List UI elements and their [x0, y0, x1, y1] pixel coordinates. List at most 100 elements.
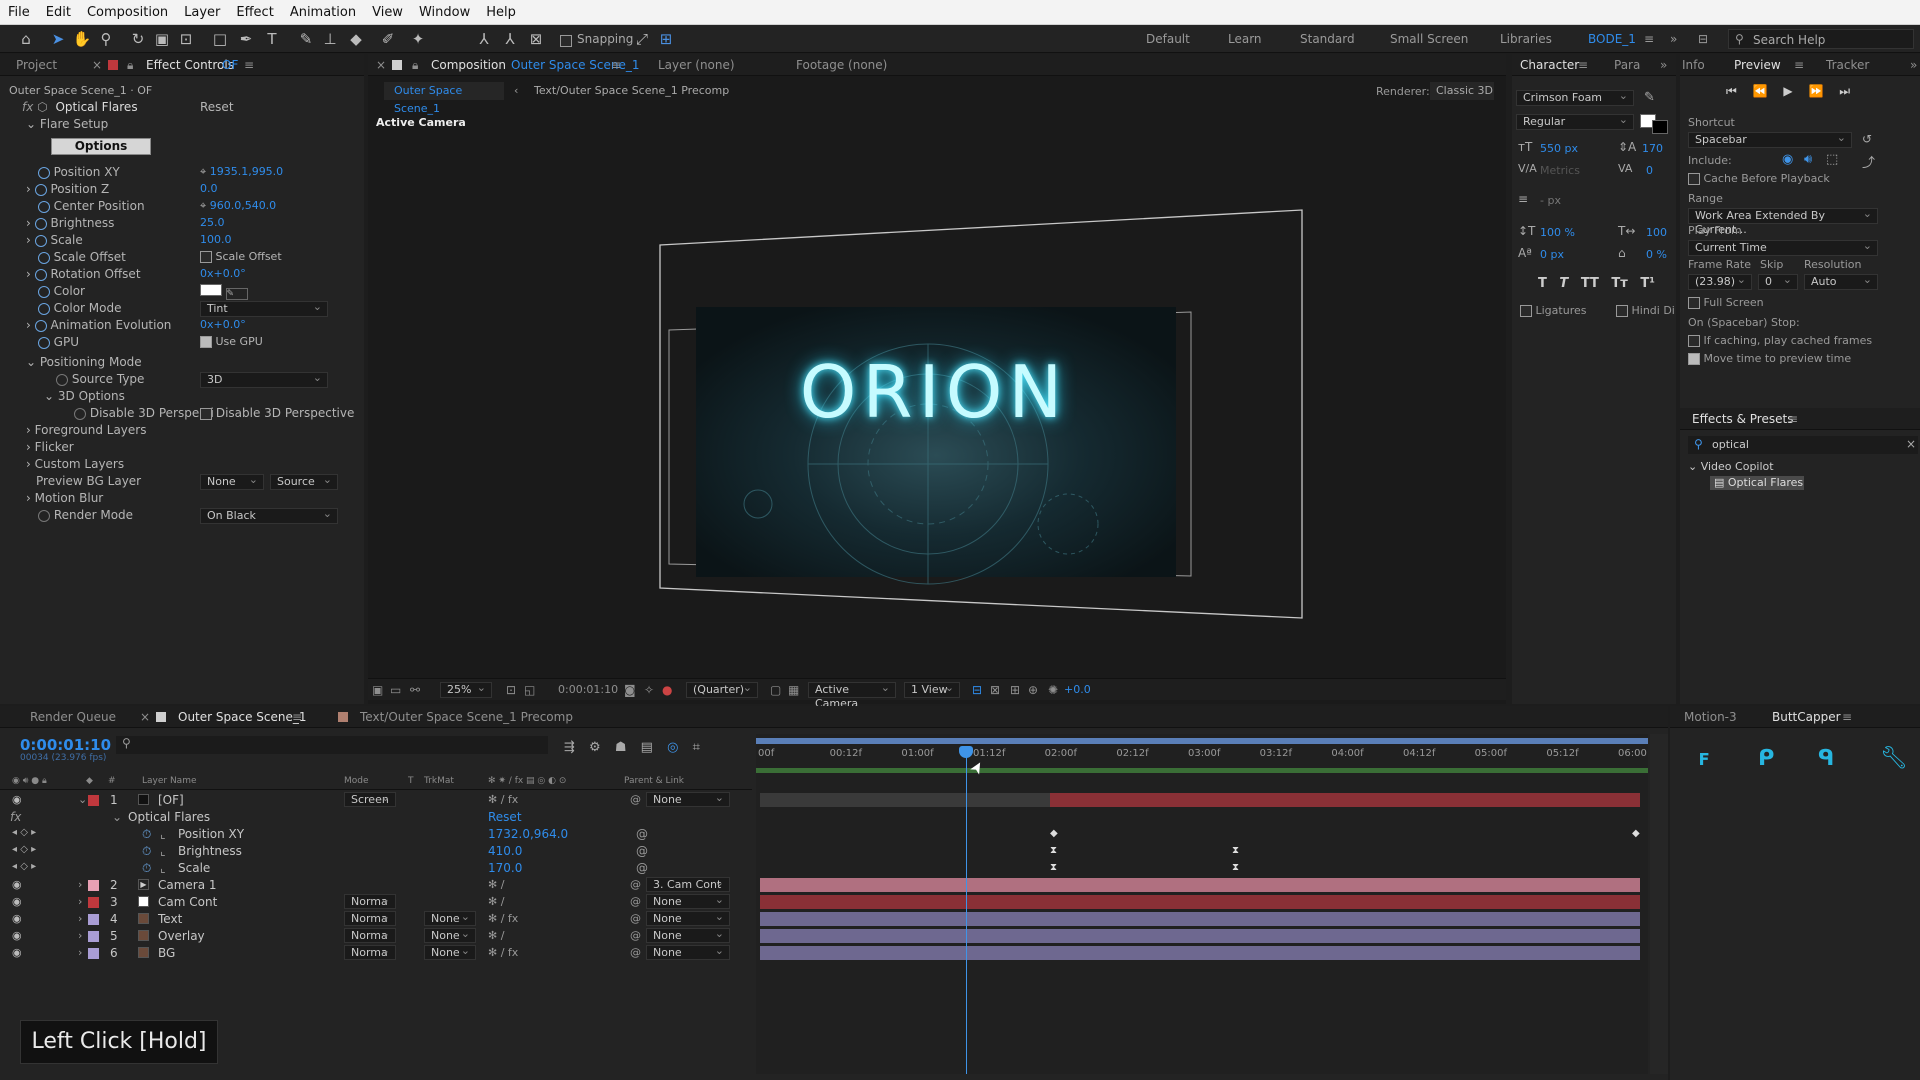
font-style-dropdown[interactable]: Regular — [1516, 113, 1634, 130]
layer-name[interactable]: Camera 1 — [158, 878, 217, 892]
workspace-small-screen[interactable]: Small Screen — [1390, 32, 1468, 46]
selection-tool-icon[interactable]: ➤ — [48, 29, 68, 49]
menu-animation[interactable]: Animation — [290, 5, 356, 20]
kerning-value[interactable]: Metrics — [1540, 164, 1580, 177]
tab-outer-space-scene[interactable]: Outer Space Scene_1 — [178, 710, 307, 724]
breadcrumb-comp[interactable]: Outer Space Scene_1 — [384, 82, 504, 115]
pickwhip-icon[interactable]: @ — [630, 929, 641, 942]
layer-trkmat-dropdown[interactable]: None — [424, 944, 476, 960]
stopwatch-icon[interactable] — [37, 251, 50, 264]
stopwatch-icon[interactable]: ⏱ — [142, 844, 151, 859]
effect-param-value[interactable]: Scale Offset — [200, 250, 282, 263]
effect-param-value[interactable]: Tint — [200, 300, 328, 317]
stopwatch-icon[interactable] — [37, 336, 50, 349]
effect-param-value[interactable]: 0.0 — [200, 182, 218, 195]
preview-bg-source-dropdown[interactable]: Source — [270, 473, 338, 490]
render-mode-dropdown[interactable]: On Black — [200, 507, 338, 524]
always-preview-icon[interactable]: ▣ — [372, 683, 383, 697]
chevron-right-icon[interactable]: › — [26, 318, 31, 332]
effect-reset-link[interactable]: Reset — [200, 100, 234, 117]
layer-label-color[interactable] — [88, 948, 99, 959]
chevron-right-icon[interactable]: › — [26, 233, 31, 247]
parent-dropdown[interactable]: None — [646, 927, 730, 943]
pen-tool-icon[interactable]: ✒ — [236, 29, 256, 49]
move-time-checkbox[interactable]: Move time to preview time — [1688, 352, 1851, 365]
flowchart-icon[interactable]: ⊕ — [1028, 683, 1038, 697]
tab-tracker[interactable]: Tracker — [1826, 58, 1869, 72]
transparency-grid-icon[interactable]: ▦ — [788, 683, 799, 697]
chevron-right-icon[interactable]: › — [26, 267, 31, 281]
sync-settings-icon[interactable]: ⊟ — [1698, 32, 1708, 46]
effect-param-value[interactable]: 25.0 — [200, 216, 225, 229]
panel-menu-icon[interactable]: ≡ — [1842, 710, 1852, 724]
projecting-cap-icon[interactable]: ᑫ — [1818, 746, 1834, 771]
source-type-dropdown[interactable]: 3D — [200, 371, 328, 388]
full-screen-checkbox[interactable]: Full Screen — [1688, 296, 1764, 309]
stroke-width-value[interactable]: - px — [1540, 194, 1561, 207]
rectangle-tool-icon[interactable]: □ — [210, 29, 230, 49]
chevron-right-icon[interactable]: ⌄ — [78, 793, 87, 806]
roto-brush-tool-icon[interactable]: ✐ — [378, 29, 398, 49]
menu-view[interactable]: View — [372, 5, 403, 20]
ligatures-checkbox[interactable]: Ligatures — [1520, 304, 1586, 317]
camera-view-dropdown[interactable]: Active Camera — [808, 681, 896, 710]
positioning-mode-group[interactable]: ⌄ Positioning Mode — [26, 355, 142, 372]
include-output-icon[interactable]: ⤴ — [1862, 152, 1875, 171]
layer-switches-icon[interactable]: ✻ ∕ fx — [488, 912, 518, 925]
flare-setup-group[interactable]: ⌄ Flare Setup — [26, 117, 108, 134]
panel-menu-icon[interactable]: ≡ — [1794, 58, 1804, 72]
if-caching-checkbox[interactable]: If caching, play cached frames — [1688, 334, 1872, 347]
puppet-tool-icon[interactable]: ✦ — [408, 29, 428, 49]
brush-tool-icon[interactable]: ✎ — [296, 29, 316, 49]
disable-3d-checkbox-row[interactable]: Disable 3D Perspective — [200, 406, 354, 423]
menu-edit[interactable]: Edit — [46, 5, 71, 20]
timeline-scrollbar[interactable] — [1650, 734, 1668, 1074]
graph-icon[interactable]: ⌞ — [160, 844, 166, 858]
close-icon[interactable]: × — [376, 58, 386, 72]
layer-mode-dropdown[interactable]: Norma — [344, 893, 396, 909]
layer-row[interactable]: ◉ ⌄ 1 [OF] Screen ✻ ∕ fx @ None — [0, 791, 752, 809]
crosshair-icon[interactable]: ⌖ — [200, 199, 206, 212]
keyframe-marker[interactable]: ⧗ — [1232, 862, 1239, 873]
close-icon[interactable]: × — [140, 710, 150, 724]
baseline-shift-value[interactable]: 0 px — [1540, 248, 1564, 261]
layer-mode-dropdown[interactable]: Norma — [344, 910, 396, 926]
menu-composition[interactable]: Composition — [87, 5, 168, 20]
parent-dropdown[interactable]: None — [646, 893, 730, 909]
exposure-icon[interactable]: ✺ — [1048, 683, 1058, 697]
effect-param-checkbox[interactable] — [200, 251, 212, 263]
all-caps-button[interactable]: TT — [1581, 276, 1599, 291]
tracking-value[interactable]: 0 — [1646, 164, 1653, 177]
effect-param-value-text[interactable]: 1935.1,995.0 — [210, 165, 283, 178]
work-area-bar[interactable] — [756, 768, 1648, 773]
last-frame-icon[interactable]: ⏭ — [1839, 84, 1850, 98]
toggle-pixel-icon[interactable]: ⊟ — [972, 683, 982, 697]
timeline-timecode[interactable]: 0:00:01:10 — [20, 736, 111, 754]
menu-file[interactable]: File — [8, 5, 30, 20]
parent-dropdown[interactable]: None — [646, 944, 730, 960]
channel-icon[interactable]: ● — [662, 683, 672, 697]
play-icon[interactable]: ▶ — [1783, 84, 1792, 98]
menu-layer[interactable]: Layer — [184, 5, 220, 20]
include-video-icon[interactable]: ◉ — [1782, 152, 1793, 167]
tab-effects-presets[interactable]: Effects & Presets — [1692, 412, 1793, 426]
foreground-layers-group[interactable]: › Foreground Layers — [26, 423, 146, 440]
visibility-eye-icon[interactable]: ◉ — [12, 946, 22, 959]
keyframe-marker[interactable]: ⧗ — [1232, 845, 1239, 856]
more-tabs-icon[interactable]: » — [1660, 58, 1667, 72]
effect-param-value[interactable]: 0x+0.0° — [200, 318, 246, 331]
options-button[interactable]: Options — [51, 138, 151, 155]
stopwatch-icon[interactable] — [37, 302, 50, 315]
stroke-color-swatch[interactable] — [1652, 120, 1668, 134]
layer-row[interactable]: ◉ › 6 BG Norma None ✻ ∕ fx @ None — [0, 944, 752, 962]
layer-bar-cam-cont[interactable] — [760, 895, 1640, 909]
chevron-right-icon[interactable]: › — [26, 216, 31, 230]
lock-icon[interactable]: 🔒︎ — [127, 58, 133, 73]
keyframe-nav-icon[interactable]: ◂ ◇ ▸ — [12, 844, 36, 855]
tab-preview[interactable]: Preview — [1734, 58, 1781, 72]
effect-param-value[interactable]: 100.0 — [200, 233, 232, 246]
time-navigator-range[interactable] — [756, 738, 1648, 744]
layer-label-color[interactable] — [88, 914, 99, 925]
effect-param-value[interactable]: 0x+0.0° — [200, 267, 246, 280]
small-caps-button[interactable]: Tт — [1611, 276, 1627, 291]
